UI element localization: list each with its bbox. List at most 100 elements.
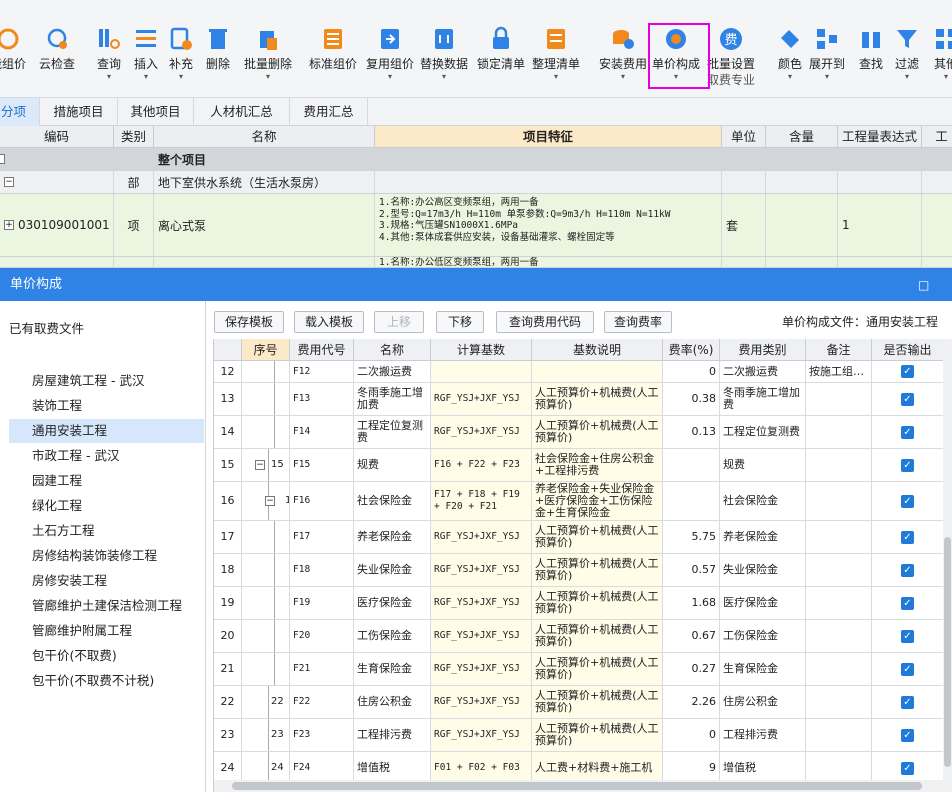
toolbar-find-button[interactable]: 查找	[855, 26, 887, 94]
fee-file-item[interactable]: 管廊维护附属工程	[9, 619, 204, 643]
fee-header-5[interactable]: 费率(%)	[663, 339, 720, 361]
fee-cell-out[interactable]: ✓	[872, 449, 943, 481]
toolbar-batch-set-button[interactable]: 费批量设置 取费专业	[702, 26, 760, 94]
fee-file-item[interactable]: 房屋建筑工程 - 武汉	[9, 369, 204, 393]
output-checkbox[interactable]: ✓	[901, 494, 914, 508]
fee-file-item[interactable]: 装饰工程	[9, 394, 204, 418]
toolbar-supplement-button[interactable]: 补充 ▾	[164, 26, 198, 94]
fee-header-2[interactable]: 名称	[354, 339, 431, 361]
output-checkbox[interactable]: ✓	[901, 392, 914, 406]
output-checkbox[interactable]: ✓	[901, 596, 914, 610]
fee-cell-out[interactable]: ✓	[872, 482, 943, 520]
output-checkbox[interactable]: ✓	[901, 530, 914, 544]
dialog-button-4[interactable]: 查询费用代码	[496, 311, 594, 333]
grid-header-5[interactable]: 含量	[766, 126, 838, 148]
grid-row[interactable]: − 部 地下室供水系统（生活水泵房）	[0, 171, 952, 194]
fee-cell-out[interactable]: ✓	[872, 587, 943, 619]
fee-file-item[interactable]: 市政工程 - 武汉	[9, 444, 204, 468]
fee-row[interactable]: 20 F20 工伤保险金 RGF_YSJ+JXF_YSJ 人工预算价+机械费(人工预算价…	[214, 620, 943, 653]
tab-0[interactable]: 分项	[0, 98, 40, 126]
dialog-button-1[interactable]: 载入模板	[294, 311, 364, 333]
fee-file-item[interactable]: 通用安装工程	[9, 419, 204, 443]
output-checkbox[interactable]: ✓	[901, 695, 914, 709]
fee-row[interactable]: 18 F18 失业保险金 RGF_YSJ+JXF_YSJ 人工预算价+机械费(人工预算价…	[214, 554, 943, 587]
toolbar-group-price-button[interactable]: 能组价	[0, 26, 28, 94]
toolbar-cloud-check-button[interactable]: 云检查	[34, 26, 80, 94]
grid-header-4[interactable]: 单位	[722, 126, 766, 148]
fee-row[interactable]: 15−15 F15 规费 F16 + F22 + F23 社会保险金+住房公积金+工程排…	[214, 449, 943, 482]
fee-row[interactable]: 12 F12 二次搬运费 0 二次搬运费 按施工组… ✓	[214, 361, 943, 383]
collapse-toggle-icon[interactable]: −	[265, 496, 275, 506]
toolbar-organize-list-button[interactable]: 整理清单 ▾	[528, 26, 584, 94]
output-checkbox[interactable]: ✓	[901, 365, 914, 378]
grid-header-6[interactable]: 工程量表达式	[838, 126, 922, 148]
toolbar-other-button[interactable]: 其他 ▾	[926, 26, 952, 94]
collapse-toggle-icon[interactable]: −	[255, 460, 265, 470]
toolbar-delete-button[interactable]: 删除	[201, 26, 235, 94]
toolbar-lock-list-button[interactable]: 锁定清单	[475, 26, 527, 94]
fee-header-1[interactable]: 费用代号	[290, 339, 354, 361]
dialog-button-5[interactable]: 查询费率	[604, 311, 672, 333]
output-checkbox[interactable]: ✓	[901, 629, 914, 643]
fee-cell-out[interactable]: ✓	[872, 416, 943, 448]
toolbar-query-button[interactable]: 查询 ▾	[90, 26, 128, 94]
grid-header-3[interactable]: 项目特征	[375, 126, 722, 148]
grid-row[interactable]: − 整个项目	[0, 148, 952, 171]
fee-cell-out[interactable]: ✓	[872, 554, 943, 586]
fee-cell-out[interactable]: ✓	[872, 383, 943, 415]
horizontal-scroll-thumb[interactable]	[232, 782, 922, 790]
fee-header-3[interactable]: 计算基数	[431, 339, 532, 361]
fee-cell-out[interactable]: ✓	[872, 686, 943, 718]
fee-file-item[interactable]: 房修结构装饰装修工程	[9, 544, 204, 568]
fee-file-item[interactable]: 管廊维护土建保洁检测工程	[9, 594, 204, 618]
fee-header-4[interactable]: 基数说明	[532, 339, 663, 361]
fee-header-8[interactable]: 是否输出	[872, 339, 943, 361]
dialog-button-2[interactable]: 上移	[374, 311, 424, 333]
fee-cell-out[interactable]: ✓	[872, 521, 943, 553]
toolbar-standard-price-button[interactable]: 标准组价	[305, 26, 361, 94]
fee-row[interactable]: 16 −16F16 社会保险金 F17 + F18 + F19 + F20 + F21…	[214, 482, 943, 521]
fee-row[interactable]: 13 F13 冬雨季施工增加费 RGF_YSJ+JXF_YSJ 人工预算价+机械费(人工…	[214, 383, 943, 416]
toolbar-replace-data-button[interactable]: 替换数据 ▾	[418, 26, 470, 94]
fee-cell-out[interactable]: ✓	[872, 719, 943, 751]
fee-cell-out[interactable]: ✓	[872, 361, 943, 382]
tab-1[interactable]: 措施项目	[40, 98, 118, 126]
fee-file-item[interactable]: 房修安装工程	[9, 569, 204, 593]
grid-header-0[interactable]: 编码	[0, 126, 114, 148]
fee-file-item[interactable]: 土石方工程	[9, 519, 204, 543]
fee-cell-out[interactable]: ✓	[872, 620, 943, 652]
grid-header-7[interactable]: 工	[922, 126, 952, 148]
fee-file-item[interactable]: 园建工程	[9, 469, 204, 493]
grid-row[interactable]: 1.名称:办公低区变频泵组，两用一备	[0, 257, 952, 268]
fee-row[interactable]: 23 23 F23 工程排污费 RGF_YSJ+JXF_YSJ 人工预算价+机械费(人工预…	[214, 719, 943, 752]
vertical-scroll-thumb[interactable]	[944, 537, 951, 767]
expand-toggle-icon[interactable]	[0, 154, 5, 164]
fee-file-item[interactable]: 绿化工程	[9, 494, 204, 518]
grid-row[interactable]: +030109001001 项 离心式泵 1.名称:办公高区变频泵组，两用一备 2.型…	[0, 194, 952, 257]
output-checkbox[interactable]: ✓	[901, 425, 914, 439]
fee-header-7[interactable]: 备注	[806, 339, 872, 361]
output-checkbox[interactable]: ✓	[901, 662, 914, 676]
toolbar-insert-button[interactable]: 插入 ▾	[129, 26, 163, 94]
fee-row[interactable]: 17 F17 养老保险金 RGF_YSJ+JXF_YSJ 人工预算价+机械费(人工预算价…	[214, 521, 943, 554]
tab-2[interactable]: 其他项目	[118, 98, 194, 126]
fee-file-item[interactable]: 包干价(不取费)	[9, 644, 204, 668]
fee-row[interactable]: 14 F14 工程定位复测费 RGF_YSJ+JXF_YSJ 人工预算价+机械费(人工预…	[214, 416, 943, 449]
fee-header-6[interactable]: 费用类别	[720, 339, 806, 361]
toolbar-filter-button[interactable]: 过滤 ▾	[890, 26, 924, 94]
toolbar-expand-button[interactable]: 展开到 ▾	[806, 26, 848, 94]
output-checkbox[interactable]: ✓	[901, 728, 914, 742]
fee-row[interactable]: 21 F21 生育保险金 RGF_YSJ+JXF_YSJ 人工预算价+机械费(人工预算价…	[214, 653, 943, 686]
dialog-button-0[interactable]: 保存模板	[214, 311, 284, 333]
expand-toggle-icon[interactable]: −	[4, 177, 14, 187]
fee-header-0[interactable]: 序号	[242, 339, 290, 361]
fee-cell-out[interactable]: ✓	[872, 653, 943, 685]
fee-row[interactable]: 22 22 F22 住房公积金 RGF_YSJ+JXF_YSJ 人工预算价+机械费(人工预…	[214, 686, 943, 719]
toolbar-batch-delete-button[interactable]: 批量删除 ▾	[238, 26, 298, 94]
dialog-button-3[interactable]: 下移	[436, 311, 484, 333]
grid-header-2[interactable]: 名称	[154, 126, 375, 148]
fee-row[interactable]: 19 F19 医疗保险金 RGF_YSJ+JXF_YSJ 人工预算价+机械费(人工预算价…	[214, 587, 943, 620]
expand-toggle-icon[interactable]: +	[4, 220, 14, 230]
grid-header-1[interactable]: 类别	[114, 126, 154, 148]
toolbar-reuse-price-button[interactable]: 复用组价 ▾	[362, 26, 418, 94]
